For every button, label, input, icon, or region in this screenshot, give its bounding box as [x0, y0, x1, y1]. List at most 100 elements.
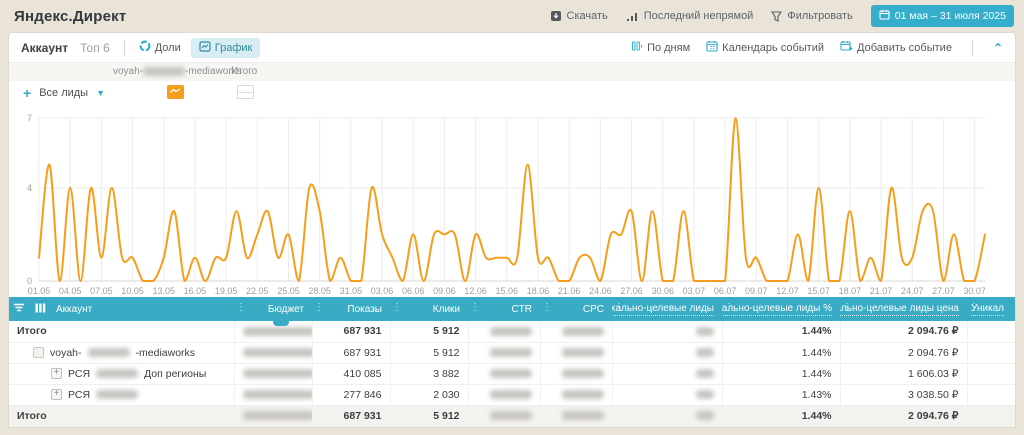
download-button[interactable]: Скачать	[550, 10, 608, 22]
truncated-cell	[967, 405, 1016, 426]
unique-leads-cell	[612, 384, 722, 405]
shows-cell: 410 085	[312, 363, 390, 384]
redacted-value	[696, 411, 714, 420]
top-n-label[interactable]: Топ 6	[80, 41, 110, 55]
download-icon	[550, 10, 562, 22]
events-calendar-button[interactable]: Календарь событий	[706, 40, 824, 55]
redacted-value	[490, 390, 532, 399]
column-menu-icon[interactable]: ⋮	[614, 302, 624, 313]
column-menu-icon[interactable]: ⋮	[392, 302, 402, 313]
table-row[interactable]: voyah--mediaworks687 9315 9121.44%2 094.…	[9, 342, 1016, 363]
table-row[interactable]: РСЯДоп регионы410 0853 8821.44%1 606.03 …	[9, 363, 1016, 384]
column-header-cpc[interactable]: ⋮CPC	[540, 297, 612, 321]
redacted-value	[696, 327, 714, 336]
cpc-cell	[540, 321, 612, 342]
column-menu-icon[interactable]: ⋮	[542, 302, 552, 313]
top-bar: Яндекс.Директ Скачать Последний непрямой…	[0, 0, 1024, 32]
budget-cell	[234, 342, 312, 363]
column-header-ctr[interactable]: ⋮CTR	[468, 297, 540, 321]
clicks-cell: 3 882	[390, 363, 468, 384]
column-menu-icon[interactable]: ⋮	[969, 302, 979, 313]
date-range-button[interactable]: 01 мая – 31 июля 2025	[871, 5, 1014, 27]
horizontal-scrollbar[interactable]: ◄ ►	[9, 427, 1015, 429]
line-chart[interactable]: 04701.0504.0507.0510.0513.0516.0519.0522…	[9, 105, 1015, 297]
unique-leads-cell	[612, 363, 722, 384]
column-menu-icon[interactable]: ⋮	[236, 302, 246, 313]
redacted-value	[562, 390, 604, 399]
column-header-unique-leads-price[interactable]: ⋮Уникально-целевые лиды цена	[840, 297, 967, 321]
attribution-model-button[interactable]: Последний непрямой	[626, 10, 754, 22]
redacted-text	[143, 67, 185, 76]
series-toggle-voyah[interactable]	[167, 85, 184, 99]
svg-text:25.05: 25.05	[277, 286, 300, 296]
table-row[interactable]: Итого687 9315 9121.44%2 094.76 ₽	[9, 405, 1016, 426]
unique-leads-price-cell: 2 094.76 ₽	[840, 405, 967, 426]
redacted-value	[96, 390, 138, 399]
entity-label: Аккаунт	[21, 41, 68, 55]
metric-selector[interactable]: + Все лиды ▼	[23, 85, 105, 101]
calendar-plus-icon	[840, 40, 853, 55]
svg-text:27.07: 27.07	[932, 286, 955, 296]
table-row[interactable]: Итого687 9315 9121.44%2 094.76 ₽	[9, 321, 1016, 342]
add-metric-icon[interactable]: +	[23, 85, 31, 101]
row-label: voyah--mediaworks	[17, 347, 226, 359]
expand-icon[interactable]	[51, 368, 62, 379]
svg-text:09.07: 09.07	[745, 286, 768, 296]
column-header-account[interactable]: Аккаунт	[9, 297, 234, 321]
series-toggle-total[interactable]	[237, 85, 254, 99]
calendar-icon	[879, 9, 890, 23]
expand-icon[interactable]	[51, 389, 62, 400]
donut-icon	[139, 40, 151, 55]
svg-text:12.07: 12.07	[776, 286, 799, 296]
columns-icon[interactable]	[35, 303, 46, 316]
truncated-cell	[967, 384, 1016, 405]
redacted-value	[490, 327, 532, 336]
svg-text:22.05: 22.05	[246, 286, 269, 296]
report-toolbar: Аккаунт Топ 6 Доли График По дням Календ…	[9, 33, 1015, 63]
column-header-shows[interactable]: ⋮Показы	[312, 297, 390, 321]
ctr-cell	[468, 342, 540, 363]
unique-leads-price-cell: 2 094.76 ₽	[840, 321, 967, 342]
table-row[interactable]: РСЯ277 8462 0301.43%3 038.50 ₽	[9, 384, 1016, 405]
calendar-grid-icon	[706, 40, 718, 55]
svg-text:10.05: 10.05	[121, 286, 144, 296]
divider	[972, 40, 973, 56]
add-event-button[interactable]: Добавить событие	[840, 40, 952, 55]
column-menu-icon[interactable]: ⋮	[842, 302, 852, 313]
filter-button[interactable]: Фильтровать	[771, 10, 852, 22]
column-header-unique-leads[interactable]: ⋮Уникально-целевые лиды	[612, 297, 722, 321]
collapse-chevron-icon[interactable]: ⌃	[993, 41, 1003, 55]
column-menu-icon[interactable]: ⋮	[470, 302, 480, 313]
column-header-budget[interactable]: ⋮Бюджет	[234, 297, 312, 321]
svg-text:15.06: 15.06	[496, 286, 519, 296]
redacted-value	[490, 411, 532, 420]
series-column-label: voyah--mediaworks	[113, 66, 242, 77]
scrollbar-thumb[interactable]	[23, 428, 703, 429]
svg-text:19.05: 19.05	[215, 286, 238, 296]
chart-tab[interactable]: График	[191, 38, 261, 58]
page-title: Яндекс.Директ	[14, 8, 126, 25]
svg-text:28.05: 28.05	[308, 286, 331, 296]
report-panel: Аккаунт Топ 6 Доли График По дням Календ…	[8, 32, 1016, 428]
column-header-clicks[interactable]: ⋮Клики	[390, 297, 468, 321]
svg-text:0: 0	[27, 276, 32, 286]
svg-text:7: 7	[27, 113, 32, 123]
by-days-button[interactable]: По дням	[631, 40, 690, 55]
redacted-value	[490, 348, 532, 357]
shows-cell: 687 931	[312, 342, 390, 363]
scroll-left-icon[interactable]: ◄	[11, 427, 18, 429]
line-chart-icon	[199, 41, 211, 55]
column-header-unique-leads-pct[interactable]: ⋮Уникально-целевые лиды %	[722, 297, 840, 321]
truncated-cell	[967, 342, 1016, 363]
row-label: РСЯ	[17, 389, 226, 401]
column-header-truncated[interactable]: ⋮Уникал	[967, 297, 1016, 321]
svg-text:18.07: 18.07	[839, 286, 862, 296]
column-menu-icon[interactable]: ⋮	[314, 302, 324, 313]
scroll-right-icon[interactable]: ►	[1006, 427, 1013, 429]
shares-tab[interactable]: Доли	[139, 40, 181, 55]
unique-leads-price-cell: 1 606.03 ₽	[840, 363, 967, 384]
truncated-cell	[967, 321, 1016, 342]
column-menu-icon[interactable]: ⋮	[724, 302, 734, 313]
filter-rows-icon[interactable]	[13, 303, 25, 316]
row-checkbox[interactable]	[33, 347, 44, 358]
